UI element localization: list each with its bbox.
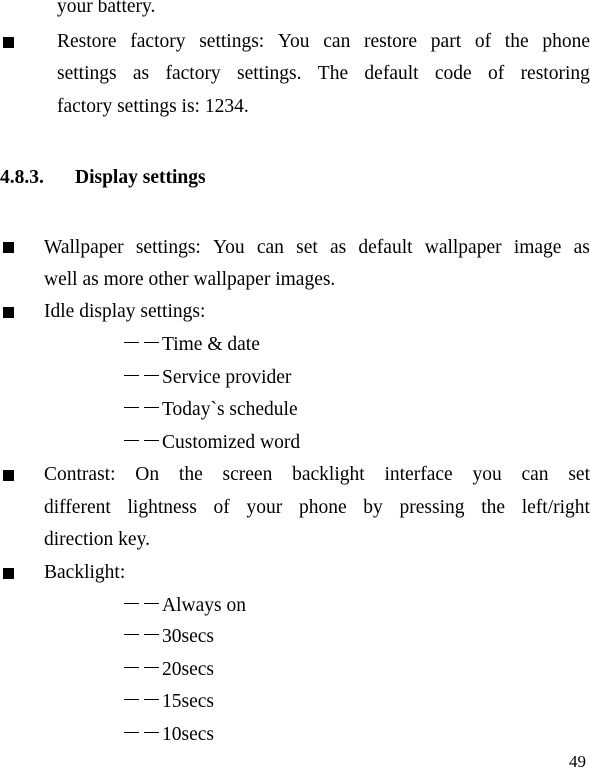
word: settings (57, 63, 117, 84)
word: wallpaper (424, 237, 502, 258)
bullet-icon (3, 470, 14, 481)
word: factory (165, 63, 221, 84)
contrast-line-1: Contrast: On the screen backlight interface yo… (44, 465, 590, 485)
word: as (329, 237, 347, 258)
word: default (358, 237, 413, 258)
word: as (132, 63, 150, 84)
backlight-option: 15secs (122, 692, 214, 712)
word: the (504, 31, 529, 52)
word: the (178, 464, 203, 485)
word: lightness (127, 497, 197, 518)
word: of (488, 63, 505, 84)
dash-icon (122, 601, 162, 611)
backlight-option: Always on (122, 596, 246, 616)
dash-icon (122, 438, 162, 448)
dash-icon (122, 697, 162, 707)
wallpaper-line-2: well as more other wallpaper images. (44, 269, 336, 290)
word: of (474, 31, 492, 52)
word: phone (298, 497, 347, 518)
section-number: 4.8.3. (0, 167, 44, 188)
backlight-option: 10secs (122, 725, 214, 745)
contrast-line-3: direction key. (44, 529, 150, 550)
word: can (323, 31, 351, 52)
word: pressing (399, 497, 465, 518)
word: by (363, 497, 383, 518)
dash-icon (122, 373, 162, 383)
backlight-label: Backlight: (44, 562, 126, 583)
word: settings: (199, 31, 265, 52)
dash-icon (122, 665, 162, 675)
word: can (256, 237, 284, 258)
continuation-text: your battery. (57, 0, 156, 17)
word: Wallpaper (44, 237, 124, 258)
contrast-line-2: different lightness of your phone by pressing t… (44, 498, 590, 518)
word: default (364, 63, 419, 84)
word: The (317, 63, 349, 84)
word: settings. (237, 63, 302, 84)
wallpaper-line-1: Wallpaper settings: You can set as default wall… (44, 238, 590, 258)
word: restore (364, 31, 418, 52)
word: code (434, 63, 472, 84)
dash-icon (122, 632, 162, 642)
word: Restore (57, 31, 117, 52)
restore-line-1: Restore factory settings: You can restore part… (57, 32, 590, 52)
bullet-icon (3, 37, 14, 48)
word: you (472, 464, 502, 485)
dash-icon (122, 405, 162, 415)
word: settings: (135, 237, 201, 258)
word: can (521, 464, 549, 485)
restore-line-2: settings as factory settings. The default code… (57, 64, 590, 84)
word: factory (130, 31, 186, 52)
backlight-option: 20secs (122, 660, 214, 680)
word: your (246, 497, 283, 518)
word: part (430, 31, 462, 52)
word: phone (542, 31, 590, 52)
word: backlight (292, 464, 365, 485)
word: set (296, 237, 318, 258)
word: left/right (521, 497, 590, 518)
word: restoring (520, 63, 590, 84)
word: interface (384, 464, 453, 485)
word: screen (222, 464, 273, 485)
word: image (513, 237, 562, 258)
word: You (213, 237, 245, 258)
section-title: Display settings (75, 167, 206, 188)
dash-icon (122, 730, 162, 740)
bullet-icon (3, 242, 14, 253)
word: Contrast: (44, 464, 116, 485)
idle-label: Idle display settings: (44, 301, 206, 322)
idle-option: Time & date (122, 335, 260, 355)
word: as (573, 237, 590, 258)
idle-option: Today`s schedule (122, 400, 298, 420)
idle-option: Customized word (122, 433, 300, 453)
word: On (135, 464, 160, 485)
page-number: 49 (569, 752, 586, 771)
backlight-option: 30secs (122, 627, 214, 647)
word: the (481, 497, 506, 518)
word: of (213, 497, 230, 518)
word: set (568, 464, 590, 485)
idle-option: Service provider (122, 368, 291, 388)
word: different (44, 497, 111, 518)
dash-icon (122, 340, 162, 350)
restore-line-3: factory settings is: 1234. (57, 96, 249, 117)
bullet-icon (3, 307, 14, 318)
word: You (277, 31, 310, 52)
bullet-icon (3, 568, 14, 579)
